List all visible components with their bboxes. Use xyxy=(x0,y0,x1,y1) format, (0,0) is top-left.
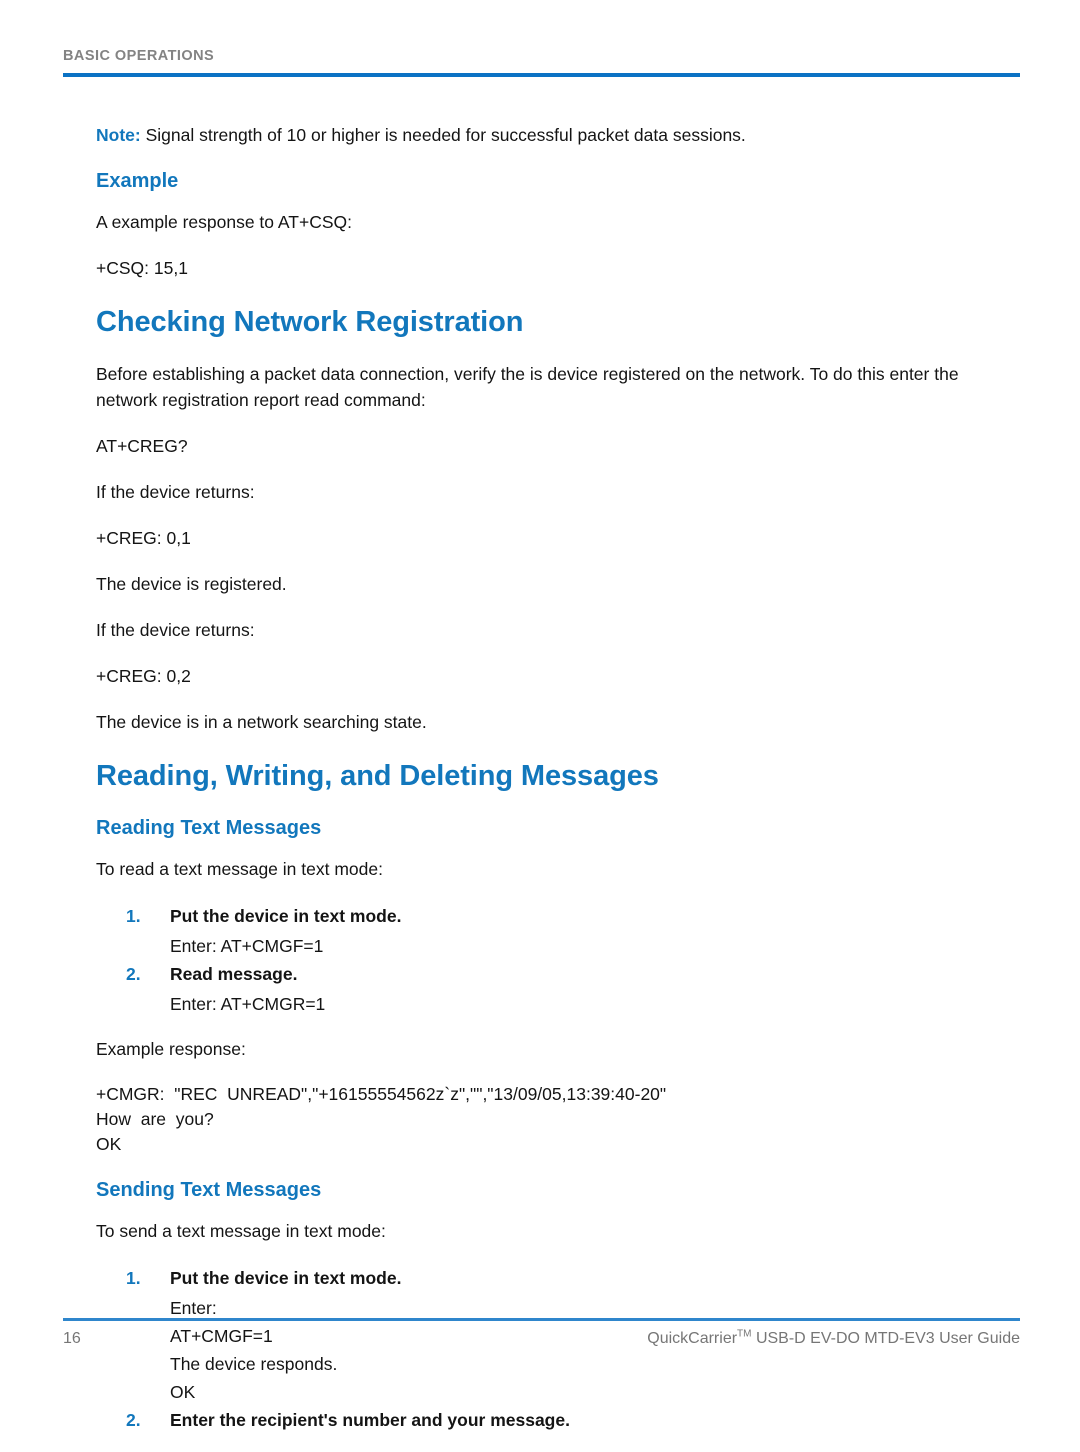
creg-response-1: +CREG: 0,1 xyxy=(96,528,191,548)
checking-network-registration-heading: Checking Network Registration xyxy=(96,306,524,338)
list-item: 2. Enter the recipient's number and your… xyxy=(96,1406,993,1434)
reading-intro: To read a text message in text mode: xyxy=(96,859,383,879)
footer-page-number: 16 xyxy=(63,1330,81,1347)
creg-command: AT+CREG? xyxy=(96,436,188,456)
footer-rule xyxy=(63,1318,1020,1321)
list-item: 2. Read message. xyxy=(96,960,993,988)
creg-result-2: The device is in a network searching sta… xyxy=(96,712,427,732)
step-detail-text: Enter: AT+CMGR=1 xyxy=(170,994,326,1014)
step-detail-text: The device responds. xyxy=(170,1354,338,1374)
step-detail: The device responds. xyxy=(96,1350,993,1378)
running-header-text: BASIC OPERATIONS xyxy=(63,48,215,64)
footer-guide-title: QuickCarrierTM USB-D EV-DO MTD-EV3 User … xyxy=(647,1328,1020,1350)
example-heading: Example xyxy=(96,170,179,192)
sending-text-messages-heading: Sending Text Messages xyxy=(96,1179,322,1201)
note-paragraph: Note: Signal strength of 10 or higher is… xyxy=(96,122,993,148)
step-detail: OK xyxy=(96,1378,993,1406)
step-number: 2. xyxy=(126,1410,141,1430)
step-title: Put the device in text mode. xyxy=(170,906,402,926)
creg-returns-label-1: If the device returns: xyxy=(96,482,255,502)
page-content: Note: Signal strength of 10 or higher is… xyxy=(96,122,993,1452)
example-intro: A example response to AT+CSQ: xyxy=(96,212,352,232)
step-number: 1. xyxy=(126,906,141,926)
step-title: Enter the recipient's number and your me… xyxy=(170,1410,570,1430)
creg-result-1: The device is registered. xyxy=(96,574,287,594)
note-text: Signal strength of 10 or higher is neede… xyxy=(140,125,746,145)
step-detail-text: Enter: xyxy=(170,1298,217,1318)
footer-guide-title-rest: USB-D EV-DO MTD-EV3 User Guide xyxy=(751,1330,1020,1347)
example-response: +CSQ: 15,1 xyxy=(96,258,188,278)
sending-intro: To send a text message in text mode: xyxy=(96,1221,386,1241)
step-number: 1. xyxy=(126,1268,141,1288)
step-detail: Enter: AT+CMGR=1 xyxy=(96,990,993,1018)
step-detail: Enter: AT+CMGF=1 xyxy=(96,932,993,960)
page-footer: 16 QuickCarrierTM USB-D EV-DO MTD-EV3 Us… xyxy=(63,1328,1020,1350)
reading-example-label: Example response: xyxy=(96,1039,246,1059)
trademark-mark: TM xyxy=(737,1328,752,1340)
step-number: 2. xyxy=(126,964,141,984)
reading-steps-list: 1. Put the device in text mode. Enter: A… xyxy=(96,902,993,1018)
checking-network-registration-intro: Before establishing a packet data connec… xyxy=(96,364,959,410)
step-detail-text: OK xyxy=(170,1382,196,1402)
note-label: Note: xyxy=(96,125,141,145)
messages-section-heading: Reading, Writing, and Deleting Messages xyxy=(96,760,659,792)
cmgr-example-response: +CMGR: "REC UNREAD","+16155554562z`z",""… xyxy=(96,1084,667,1154)
list-item: 1. Put the device in text mode. xyxy=(96,902,993,930)
reading-text-messages-heading: Reading Text Messages xyxy=(96,817,322,839)
step-title: Put the device in text mode. xyxy=(170,1268,402,1288)
footer-guide-title-main: QuickCarrier xyxy=(647,1330,738,1347)
creg-returns-label-2: If the device returns: xyxy=(96,620,255,640)
step-title: Read message. xyxy=(170,964,298,984)
creg-response-2: +CREG: 0,2 xyxy=(96,666,191,686)
document-page: BASIC OPERATIONS Note: Signal strength o… xyxy=(0,0,1080,1430)
running-header: BASIC OPERATIONS xyxy=(63,47,1020,65)
header-rule xyxy=(63,73,1020,77)
step-detail-text: Enter: AT+CMGF=1 xyxy=(170,936,324,956)
list-item: 1. Put the device in text mode. xyxy=(96,1264,993,1292)
